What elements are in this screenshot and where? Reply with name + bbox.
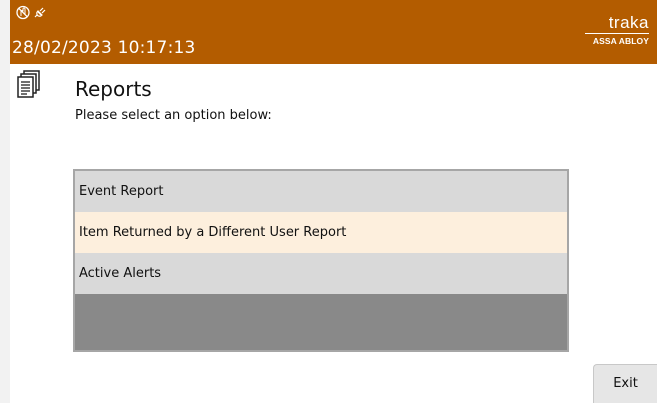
brand-logo: traka ASSA ABLOY (585, 14, 649, 46)
list-item-active-alerts[interactable]: Active Alerts (75, 253, 567, 294)
list-item-item-returned-report[interactable]: Item Returned by a Different User Report (75, 212, 567, 253)
brand-divider (585, 33, 649, 34)
exit-button[interactable]: Exit (593, 364, 657, 403)
app-window: 28/02/2023 10:17:13 traka ASSA ABLOY Rep… (0, 0, 657, 403)
list-item-event-report[interactable]: Event Report (75, 171, 567, 212)
page-title: Reports (75, 77, 152, 101)
brand-name: traka (608, 13, 649, 32)
datetime-display: 28/02/2023 10:17:13 (12, 38, 196, 58)
page-subtitle: Please select an option below: (75, 108, 272, 123)
brand-subtitle: ASSA ABLOY (592, 36, 649, 46)
power-plug-icon (33, 5, 47, 20)
status-icons (16, 5, 47, 20)
document-stack-icon (16, 70, 42, 104)
window-edge (0, 0, 10, 403)
report-options-list: Event Report Item Returned by a Differen… (73, 169, 569, 352)
header-bar: 28/02/2023 10:17:13 traka ASSA ABLOY (10, 0, 657, 64)
no-touch-icon (16, 5, 30, 20)
